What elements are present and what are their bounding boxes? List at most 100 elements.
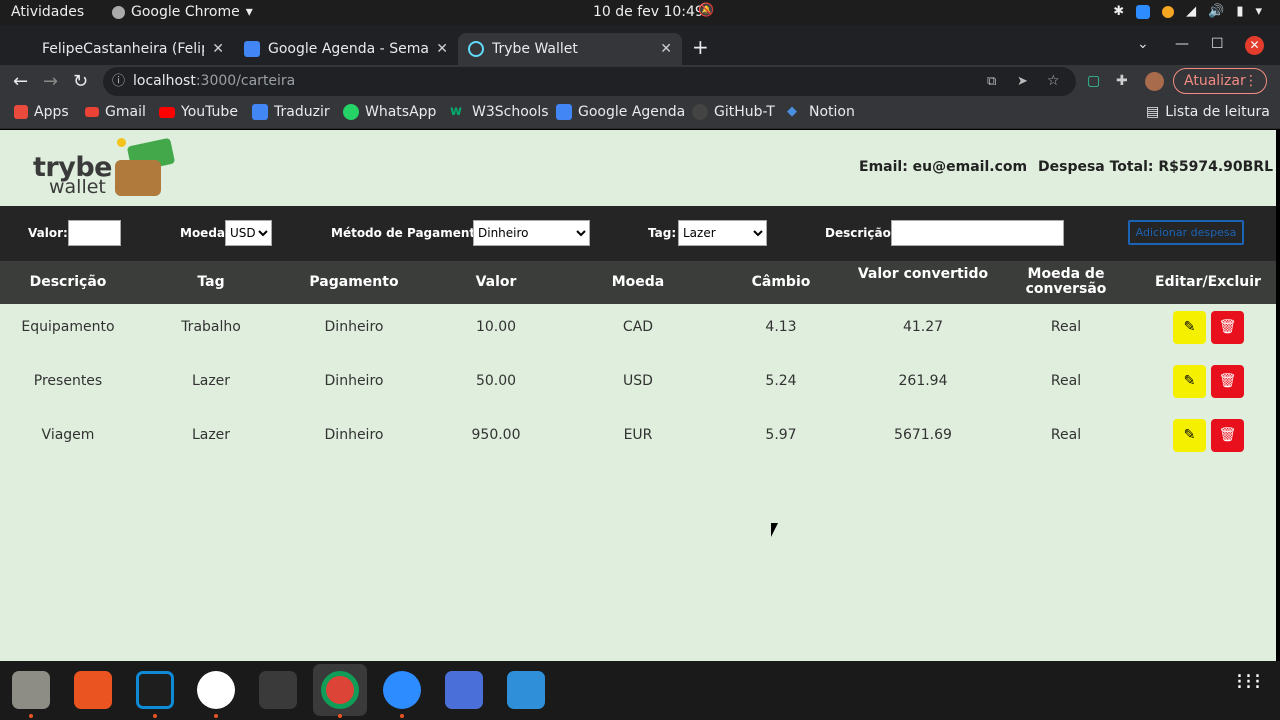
app-menu[interactable]: Google Chrome ▾ <box>112 4 253 20</box>
site-info-icon[interactable]: ⓘ <box>112 67 125 96</box>
bookmarks-bar: Apps Gmail YouTube Traduzir WhatsApp w W3… <box>0 98 1280 129</box>
bookmark-notion[interactable]: ◆ Notion <box>787 104 855 120</box>
files-icon[interactable] <box>12 671 50 709</box>
clock[interactable]: 10 de fev 10:49 <box>593 4 704 20</box>
system-tray[interactable]: ✱ ◢ 🔊 ▮ ▾ <box>1113 4 1262 19</box>
cell-moeda: CAD <box>622 319 654 335</box>
cell-moeda-conversao: Real <box>1050 373 1082 389</box>
moeda-label: Moeda <box>180 226 226 240</box>
notion-icon: ◆ <box>787 104 797 119</box>
cell-descricao: Equipamento <box>21 319 115 335</box>
cell-tag: Trabalho <box>181 319 241 335</box>
tab-trybe-wallet[interactable]: Trybe Wallet ✕ <box>458 33 682 65</box>
edit-button[interactable]: ✎ <box>1173 419 1206 452</box>
url-path: :3000/carteira <box>195 73 296 89</box>
bookmark-github[interactable]: GitHub-T <box>692 104 775 120</box>
document-editor-icon[interactable] <box>507 671 545 709</box>
activities-button[interactable]: Atividades <box>11 4 84 20</box>
github-icon <box>692 104 708 120</box>
table-row: Equipamento Trabalho Dinheiro 10.00 CAD … <box>0 304 1276 358</box>
terminal-icon[interactable] <box>259 671 297 709</box>
cell-valor-convertido: 5671.69 <box>894 427 952 443</box>
bookmark-label: W3Schools <box>472 104 549 120</box>
software-center-icon[interactable] <box>74 671 112 709</box>
user-email: Email: eu@email.com <box>859 159 1028 175</box>
delete-button[interactable]: 🗑 <box>1211 365 1244 398</box>
cell-moeda: USD <box>623 373 653 389</box>
tab-search-icon[interactable]: ⌄ <box>1137 36 1149 52</box>
bookmark-traduzir[interactable]: Traduzir <box>252 104 330 120</box>
header-valor: Valor <box>475 274 517 290</box>
forward-icon[interactable]: → <box>43 71 58 92</box>
bookmark-w3schools[interactable]: w W3Schools <box>450 104 549 120</box>
maximize-button[interactable]: ☐ <box>1211 36 1224 52</box>
chrome-icon <box>112 5 125 19</box>
chevron-down-icon[interactable]: ▾ <box>1255 4 1262 19</box>
new-tab-button[interactable]: + <box>692 35 709 59</box>
edit-button[interactable]: ✎ <box>1173 311 1206 344</box>
app-menu-label: Google Chrome <box>131 4 240 20</box>
reload-icon[interactable]: ↻ <box>73 71 88 92</box>
cell-moeda: EUR <box>623 427 653 443</box>
translate-icon[interactable]: ⧉ <box>987 67 996 96</box>
cell-valor: 10.00 <box>475 319 517 335</box>
wallet-icon <box>115 160 161 196</box>
bookmark-star-icon[interactable]: ☆ <box>1047 67 1060 96</box>
bookmark-apps[interactable]: Apps <box>14 104 69 120</box>
descricao-input[interactable] <box>891 220 1064 246</box>
cell-cambio: 5.97 <box>765 427 797 443</box>
tab-favicon <box>24 41 34 57</box>
slack-icon[interactable] <box>197 671 235 709</box>
running-indicator <box>153 714 157 718</box>
cell-moeda-conversao: Real <box>1050 319 1082 335</box>
slack-tray-icon[interactable]: ✱ <box>1113 4 1124 19</box>
update-label: Atualizar <box>1184 73 1246 89</box>
header-descricao: Descrição <box>29 274 107 290</box>
cell-valor: 50.00 <box>475 373 517 389</box>
zoom-icon[interactable] <box>383 671 421 709</box>
bookmark-google-agenda[interactable]: Google Agenda <box>556 104 685 120</box>
edit-button[interactable]: ✎ <box>1173 365 1206 398</box>
show-applications-icon[interactable]: ⁝⁝⁝ <box>1236 672 1263 694</box>
delete-button[interactable]: 🗑 <box>1211 419 1244 452</box>
back-icon[interactable]: ← <box>13 71 28 92</box>
valor-input[interactable] <box>68 220 121 246</box>
profile-avatar[interactable] <box>1145 72 1164 91</box>
reading-list[interactable]: ▤ Lista de leitura <box>1146 104 1270 120</box>
whatsapp-icon <box>343 104 359 120</box>
delete-button[interactable]: 🗑 <box>1211 311 1244 344</box>
tab-google-agenda[interactable]: Google Agenda - Semana ✕ <box>234 33 458 65</box>
cell-valor-convertido: 41.27 <box>902 319 944 335</box>
chrome-icon[interactable] <box>321 671 359 709</box>
bookmark-label: Traduzir <box>274 104 330 120</box>
bookmark-youtube[interactable]: YouTube <box>159 104 238 120</box>
vscode-icon[interactable] <box>136 671 174 709</box>
minimize-button[interactable]: — <box>1175 36 1189 52</box>
metodo-select[interactable]: Dinheiro <box>473 220 590 246</box>
tab-label: Trybe Wallet <box>492 41 578 57</box>
update-button[interactable]: Atualizar ⋮ <box>1173 68 1267 94</box>
close-icon[interactable]: ✕ <box>436 41 448 57</box>
close-icon[interactable]: ✕ <box>212 41 224 57</box>
bookmark-whatsapp[interactable]: WhatsApp <box>343 104 436 120</box>
tag-select[interactable]: Lazer <box>678 220 767 246</box>
screenshot-icon[interactable] <box>445 671 483 709</box>
tab-github[interactable]: FelipeCastanheira (Felipe ✕ <box>14 33 234 65</box>
address-bar[interactable]: ⓘ localhost:3000/carteira ⧉ ➤ ☆ <box>103 67 1076 96</box>
close-icon[interactable]: ✕ <box>660 41 672 57</box>
cell-tag: Lazer <box>191 373 231 389</box>
add-expense-button[interactable]: Adicionar despesa <box>1128 220 1244 245</box>
window-close-button[interactable]: ✕ <box>1245 36 1264 55</box>
extension-icon[interactable]: ▢ <box>1087 73 1100 89</box>
send-icon[interactable]: ➤ <box>1017 67 1028 96</box>
zoom-tray-icon[interactable] <box>1136 4 1151 19</box>
moeda-select[interactable]: USD <box>225 220 272 246</box>
pencil-icon: ✎ <box>1183 373 1196 389</box>
youtube-icon <box>159 106 175 118</box>
notifications-off-icon: 🔕 <box>698 3 715 18</box>
menu-icon: ⋮ <box>1244 73 1258 89</box>
puzzle-icon[interactable]: ✚ <box>1116 73 1128 89</box>
tag-label: Tag: <box>648 226 677 240</box>
bookmark-gmail[interactable]: Gmail <box>85 104 146 120</box>
status-indicator-icon[interactable] <box>1162 5 1175 18</box>
